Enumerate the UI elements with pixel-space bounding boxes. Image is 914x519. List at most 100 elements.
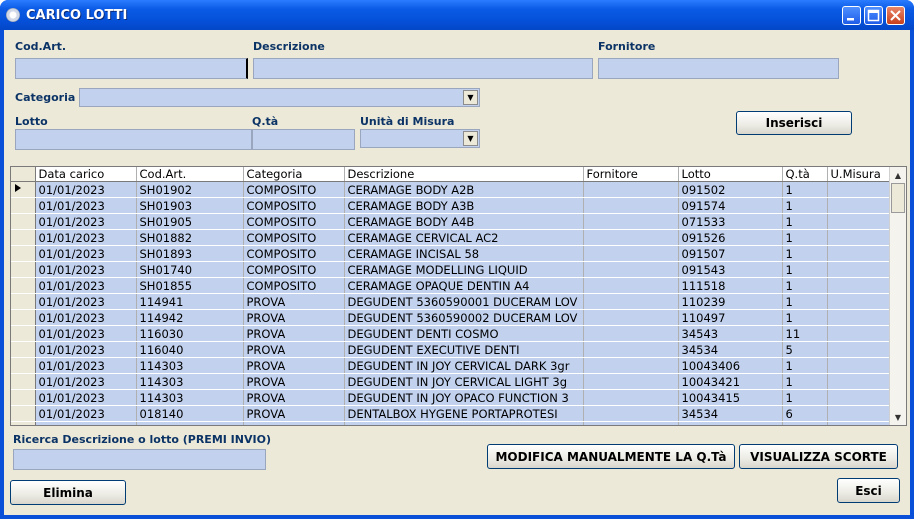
table-cell[interactable]: 01/01/2023: [35, 357, 137, 374]
table-row[interactable]: 01/01/2023 SH01893 COMPOSITO CERAMAGE INCIS…: [11, 245, 891, 262]
table-cell[interactable]: 01/01/2023: [35, 181, 137, 198]
table-cell[interactable]: SH01893: [136, 245, 244, 262]
table-cell[interactable]: [827, 245, 891, 262]
table-cell[interactable]: COMPOSITO: [243, 277, 345, 294]
table-row[interactable]: 01/01/2023 114303 PROVA DEGUDENT IN JOY CER…: [11, 373, 891, 390]
fornitore-input[interactable]: [598, 58, 839, 79]
table-cell[interactable]: 091526: [678, 229, 783, 246]
table-cell[interactable]: [583, 245, 679, 262]
table-cell[interactable]: [583, 277, 679, 294]
row-header[interactable]: [11, 421, 36, 425]
row-header[interactable]: [11, 389, 36, 406]
row-header[interactable]: [11, 357, 36, 374]
table-cell[interactable]: SH01902: [136, 181, 244, 198]
table-cell[interactable]: 01/01/2023: [35, 421, 137, 425]
table-cell[interactable]: DEGUDENT IN JOY CERVICAL DARK 3gr: [344, 357, 584, 374]
table-cell[interactable]: COMPOSITO: [243, 197, 345, 214]
table-cell[interactable]: [827, 357, 891, 374]
table-cell[interactable]: [827, 277, 891, 294]
table-cell[interactable]: PROVA: [243, 357, 345, 374]
unita-select[interactable]: ▼: [360, 129, 480, 148]
table-row[interactable]: 01/01/2023 SH01902 COMPOSITO CERAMAGE BODY …: [11, 181, 891, 198]
table-row[interactable]: 01/01/2023113900PROVADENTALFARM OSSIDO D…: [11, 421, 891, 425]
table-cell[interactable]: [583, 325, 679, 342]
table-cell[interactable]: DEGUDENT 5360590002 DUCERAM LOV: [344, 309, 584, 326]
table-cell[interactable]: [827, 325, 891, 342]
table-cell[interactable]: [583, 309, 679, 326]
table-cell[interactable]: SH01882: [136, 229, 244, 246]
table-cell[interactable]: CERAMAGE INCISAL 58: [344, 245, 584, 262]
table-cell[interactable]: [827, 181, 891, 198]
table-cell[interactable]: [583, 261, 679, 278]
table-cell[interactable]: 110239: [678, 293, 783, 310]
table-cell[interactable]: 091543: [678, 261, 783, 278]
chevron-down-icon[interactable]: ▼: [463, 131, 478, 146]
table-cell[interactable]: 1: [782, 197, 828, 214]
table-cell[interactable]: 018140: [136, 405, 244, 422]
table-cell[interactable]: DEGUDENT IN JOY CERVICAL LIGHT 3g: [344, 373, 584, 390]
table-cell[interactable]: [583, 213, 679, 230]
close-button[interactable]: [886, 6, 905, 25]
table-row[interactable]: 01/01/2023 114303 PROVA DEGUDENT IN JOY CER…: [11, 357, 891, 374]
table-cell[interactable]: 1: [782, 293, 828, 310]
row-header[interactable]: [11, 405, 36, 422]
table-cell[interactable]: DEGUDENT 5360590001 DUCERAM LOV: [344, 293, 584, 310]
qta-input[interactable]: [252, 129, 355, 150]
table-cell[interactable]: 01/01/2023: [35, 325, 137, 342]
table-cell[interactable]: [583, 341, 679, 358]
table-cell[interactable]: 10043415: [678, 389, 783, 406]
row-header[interactable]: [11, 229, 36, 246]
table-cell[interactable]: 1: [782, 229, 828, 246]
minimize-button[interactable]: [842, 6, 861, 25]
table-cell[interactable]: PROVA: [243, 309, 345, 326]
table-cell[interactable]: 1: [782, 261, 828, 278]
table-cell[interactable]: DENTALFARM OSSIDO DI ALLUMINIO 50: [344, 421, 584, 425]
col-header[interactable]: Data carico: [35, 167, 137, 182]
table-cell[interactable]: 1: [782, 389, 828, 406]
row-header[interactable]: [11, 213, 36, 230]
table-cell[interactable]: 6: [782, 405, 828, 422]
table-cell[interactable]: 01/01/2023: [35, 197, 137, 214]
table-cell[interactable]: 01/01/2023: [35, 293, 137, 310]
table-row[interactable]: 01/01/2023 SH01855 COMPOSITO CERAMAGE OPAQU…: [11, 277, 891, 294]
table-cell[interactable]: [827, 293, 891, 310]
table-cell[interactable]: 114303: [136, 389, 244, 406]
codart-input[interactable]: [15, 58, 248, 79]
table-cell[interactable]: [827, 229, 891, 246]
table-cell[interactable]: DEGUDENT EXECUTIVE DENTI: [344, 341, 584, 358]
col-header[interactable]: Fornitore: [583, 167, 679, 182]
table-cell[interactable]: 34534: [678, 405, 783, 422]
table-cell[interactable]: DEGUDENT DENTI COSMO: [344, 325, 584, 342]
table-cell[interactable]: COMPOSITO: [243, 213, 345, 230]
table-cell[interactable]: CERAMAGE CERVICAL AC2: [344, 229, 584, 246]
table-cell[interactable]: 01/01/2023: [35, 405, 137, 422]
inserisci-button[interactable]: Inserisci: [736, 111, 852, 135]
table-cell[interactable]: PROVA: [243, 389, 345, 406]
title-bar[interactable]: CARICO LOTTI: [0, 0, 914, 30]
col-header[interactable]: Lotto: [678, 167, 783, 182]
table-cell[interactable]: 01/01/2023: [35, 389, 137, 406]
descrizione-input[interactable]: [253, 58, 593, 79]
table-cell[interactable]: CERAMAGE MODELLING LIQUID: [344, 261, 584, 278]
table-cell[interactable]: PROVA: [243, 325, 345, 342]
table-cell[interactable]: CERAMAGE OPAQUE DENTIN A4: [344, 277, 584, 294]
table-cell[interactable]: CERAMAGE BODY A2B: [344, 181, 584, 198]
chevron-down-icon[interactable]: ▼: [463, 90, 478, 105]
scroll-thumb[interactable]: [891, 183, 905, 213]
row-header[interactable]: [11, 197, 36, 214]
table-cell[interactable]: COMPOSITO: [243, 261, 345, 278]
table-cell[interactable]: [583, 421, 679, 425]
table-cell[interactable]: 01/01/2023: [35, 245, 137, 262]
table-cell[interactable]: 114303: [136, 357, 244, 374]
table-cell[interactable]: 1: [782, 245, 828, 262]
lotto-input[interactable]: [15, 129, 252, 150]
table-cell[interactable]: 113900: [136, 421, 244, 425]
table-cell[interactable]: [583, 389, 679, 406]
table-cell[interactable]: COMPOSITO: [243, 245, 345, 262]
table-cell[interactable]: 5: [782, 341, 828, 358]
row-header[interactable]: [11, 277, 36, 294]
table-row[interactable]: 01/01/2023 SH01882 COMPOSITO CERAMAGE CERVI…: [11, 229, 891, 246]
table-cell[interactable]: CERAMAGE BODY A3B: [344, 197, 584, 214]
table-cell[interactable]: PROVA: [243, 421, 345, 425]
table-cell[interactable]: DENTALBOX HYGENE PORTAPROTESI: [344, 405, 584, 422]
